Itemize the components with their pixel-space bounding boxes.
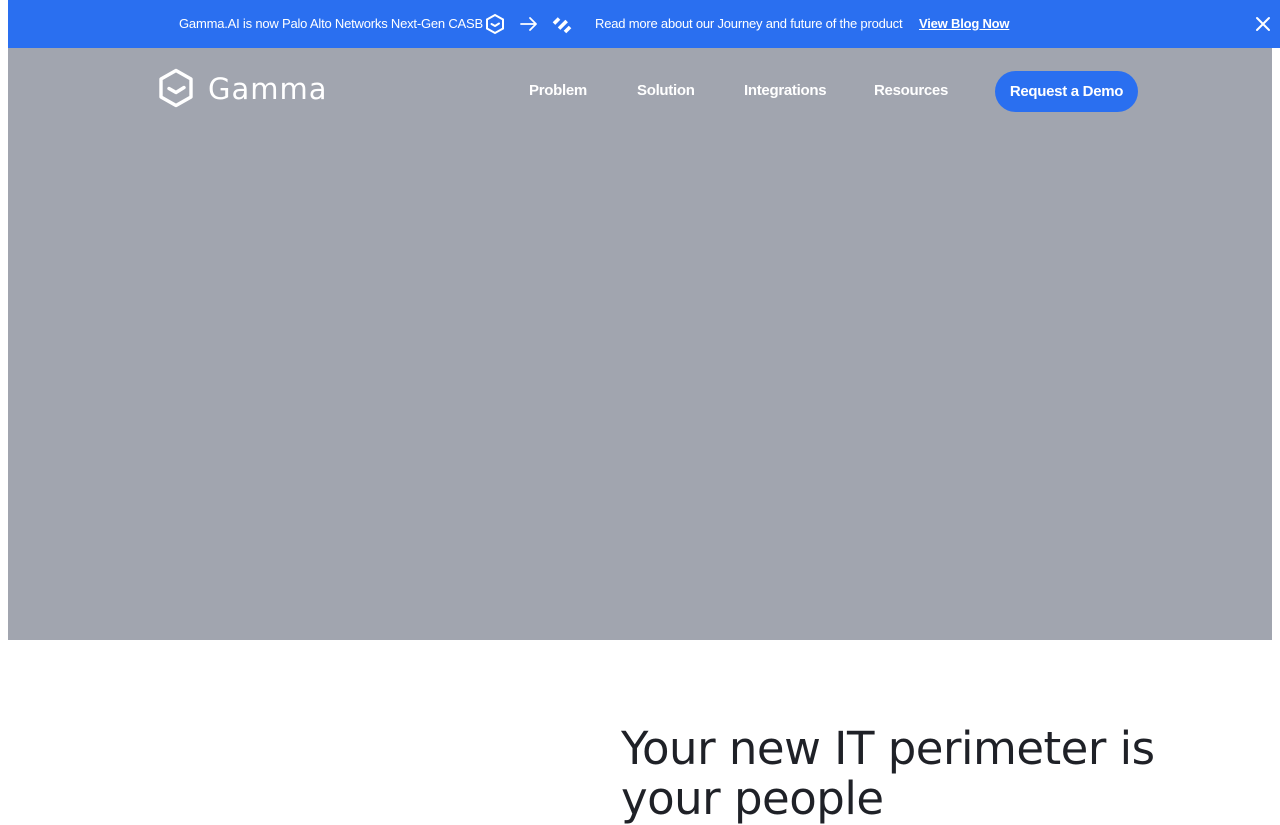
nav-item-integrations[interactable]: Integrations [744, 82, 827, 100]
gamma-logo-icon [486, 13, 504, 35]
view-blog-link[interactable]: View Blog Now [919, 16, 1010, 32]
gamma-logo-icon [159, 68, 193, 108]
page-headline: Your new IT perimeter is your people [621, 722, 1155, 825]
palo-alto-logo-icon [552, 17, 572, 34]
announcement-banner: Gamma.AI is now Palo Alto Networks Next-… [8, 0, 1280, 48]
banner-read-more-text: Read more about our Journey and future o… [595, 16, 903, 31]
nav-item-resources[interactable]: Resources [874, 82, 948, 100]
request-demo-button[interactable]: Request a Demo [995, 71, 1138, 112]
arrow-right-icon [520, 17, 537, 31]
banner-announcement-text: Gamma.AI is now Palo Alto Networks Next-… [179, 16, 483, 31]
close-icon[interactable] [1254, 15, 1272, 33]
hero-section [8, 48, 1272, 640]
logo-wordmark: Gamma [208, 72, 328, 106]
gamma-logo[interactable]: Gamma [158, 68, 327, 110]
nav-item-solution[interactable]: Solution [637, 82, 695, 100]
nav-item-problem[interactable]: Problem [529, 82, 587, 100]
